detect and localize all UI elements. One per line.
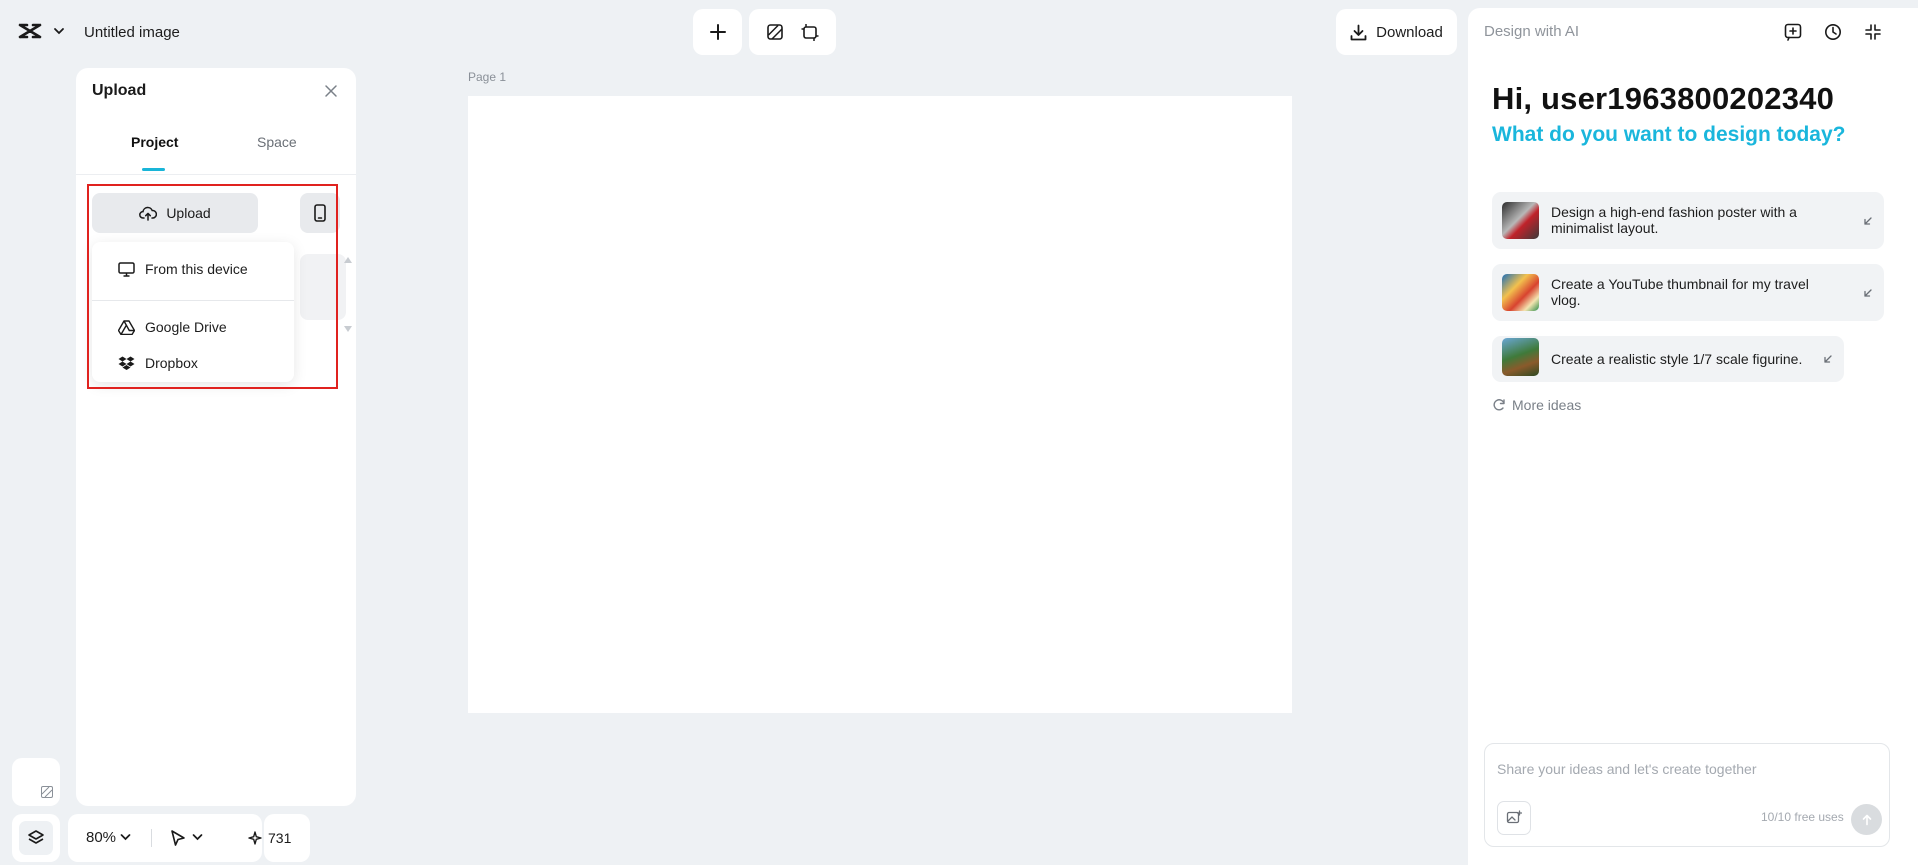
canvas-tools-group (749, 9, 836, 55)
zoom-and-pointer-group: 80% (68, 814, 262, 862)
divider (151, 829, 152, 847)
page-label: Page 1 (468, 70, 507, 84)
tab-divider (76, 174, 356, 175)
active-tab-indicator (142, 168, 165, 171)
ai-panel-title: Design with AI (1484, 23, 1580, 40)
app-logo-icon[interactable] (18, 22, 42, 40)
pointer-icon[interactable] (169, 829, 187, 847)
suggestion-thumbnail (1502, 338, 1539, 376)
insert-arrow-icon (1864, 217, 1872, 225)
prompt-question: What do you want to design today? (1492, 123, 1846, 146)
tab-project[interactable]: Project (131, 134, 178, 150)
suggestion-line: vlog. (1551, 292, 1581, 308)
layers-button[interactable] (12, 814, 60, 862)
app-menu-chevron-icon[interactable] (53, 26, 65, 36)
scroll-down-icon[interactable] (344, 326, 352, 332)
collapse-icon[interactable] (1864, 23, 1882, 41)
highlight-box (87, 184, 338, 389)
upload-panel: Upload Project Space Upload From this de… (76, 68, 356, 806)
insert-arrow-icon (1864, 289, 1872, 297)
document-title[interactable]: Untitled image (84, 24, 180, 41)
suggestion-text: Create a realistic style 1/7 scale figur… (1551, 351, 1802, 367)
suggestion-card[interactable]: Create a realistic style 1/7 scale figur… (1492, 336, 1844, 382)
scroll-up-icon[interactable] (344, 257, 352, 263)
close-icon[interactable] (324, 84, 338, 98)
download-button[interactable]: Download (1336, 9, 1457, 55)
chat-input[interactable] (1497, 761, 1877, 777)
suggestion-text: Create a YouTube thumbnail for my travel… (1551, 276, 1809, 308)
plus-icon (709, 24, 726, 40)
suggestion-card[interactable]: Design a high-end fashion poster with a … (1492, 192, 1884, 249)
suggestion-card[interactable]: Create a YouTube thumbnail for my travel… (1492, 264, 1884, 321)
thumbnail-tile[interactable] (12, 758, 60, 806)
suggestion-line: minimalist layout. (1551, 220, 1659, 236)
canvas-thumbnail-icon (41, 786, 53, 798)
history-icon[interactable] (1824, 23, 1842, 41)
zoom-level[interactable]: 80% (86, 829, 116, 846)
design-canvas[interactable] (468, 96, 1292, 713)
download-label: Download (1376, 23, 1443, 41)
chevron-down-icon[interactable] (120, 833, 131, 841)
image-add-icon (1506, 810, 1522, 824)
add-image-button[interactable] (1497, 801, 1531, 835)
chat-composer: 10/10 free uses (1484, 743, 1890, 847)
ai-design-panel: Design with AI Hi, user1963800202340 Wha… (1468, 8, 1918, 865)
add-page-button[interactable] (693, 9, 742, 55)
background-icon[interactable] (766, 23, 784, 41)
suggestion-line: Design a high-end fashion poster with a (1551, 204, 1797, 220)
send-button[interactable] (1851, 804, 1882, 835)
suggestion-line: Create a YouTube thumbnail for my travel (1551, 276, 1809, 292)
panel-title: Upload (92, 82, 147, 99)
suggestion-line: Create a realistic style 1/7 scale figur… (1551, 351, 1803, 367)
resize-icon[interactable] (801, 23, 819, 41)
suggestion-thumbnail (1502, 274, 1539, 311)
more-ideas-label: More ideas (1512, 397, 1582, 413)
suggestion-thumbnail (1502, 202, 1539, 239)
more-ideas-button[interactable]: More ideas (1492, 397, 1581, 413)
insert-arrow-icon (1824, 355, 1832, 363)
refresh-icon (1493, 399, 1505, 411)
greeting-heading: Hi, user1963800202340 (1492, 81, 1835, 116)
layers-icon (28, 830, 44, 844)
arrow-up-icon (1862, 814, 1871, 825)
chevron-down-icon[interactable] (192, 833, 203, 841)
free-uses-counter: 10/10 free uses (1761, 810, 1844, 824)
suggestion-text: Design a high-end fashion poster with a … (1551, 204, 1797, 236)
download-icon (1350, 24, 1367, 40)
sparkle-icon (248, 831, 262, 845)
credits-count: 731 (268, 830, 292, 846)
new-chat-icon[interactable] (1784, 23, 1802, 41)
tab-space[interactable]: Space (257, 134, 297, 150)
credits-content: 731 (248, 814, 293, 862)
